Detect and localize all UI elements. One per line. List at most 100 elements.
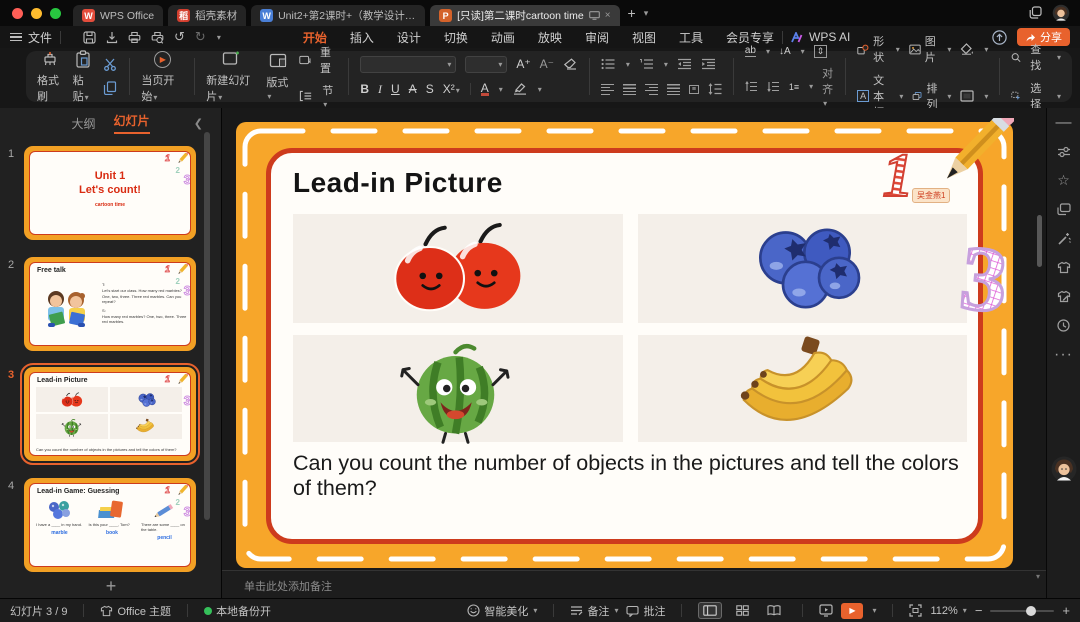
tab-outline[interactable]: 大纲 bbox=[71, 115, 95, 132]
zoom-in-button[interactable]: + bbox=[1062, 603, 1070, 618]
section-button[interactable]: 节▾ bbox=[299, 82, 337, 110]
text-direction-button[interactable]: ab bbox=[745, 45, 756, 57]
save-icon[interactable] bbox=[83, 30, 96, 44]
docer-resources-icon[interactable] bbox=[1047, 195, 1080, 224]
minimize-window-button[interactable] bbox=[31, 8, 42, 19]
bold-button[interactable]: B bbox=[360, 82, 369, 96]
highlight-button[interactable] bbox=[512, 80, 528, 98]
fit-slide-icon[interactable] bbox=[909, 604, 922, 617]
reading-view-button[interactable] bbox=[762, 602, 786, 619]
italic-button[interactable]: I bbox=[378, 82, 382, 96]
picture-button[interactable]: 图片▾ bbox=[909, 33, 952, 65]
upload-cloud-icon[interactable] bbox=[992, 29, 1007, 44]
normal-view-button[interactable] bbox=[698, 602, 722, 619]
align-objects-button[interactable]: 对齐▾ bbox=[822, 65, 834, 109]
redo-icon[interactable]: ↻ bbox=[195, 29, 206, 45]
sidebar-scrollbar[interactable] bbox=[204, 132, 210, 520]
undo-icon[interactable]: ↺ bbox=[174, 29, 185, 45]
menu-wps-ai[interactable]: WPS AI bbox=[791, 30, 850, 44]
export-icon[interactable] bbox=[106, 30, 118, 44]
history-clock-icon[interactable] bbox=[1047, 311, 1080, 340]
zoom-out-button[interactable]: − bbox=[975, 603, 983, 618]
strikethrough-button[interactable]: A bbox=[409, 82, 417, 96]
close-window-button[interactable] bbox=[12, 8, 23, 19]
print-icon[interactable] bbox=[128, 30, 141, 44]
comments-button[interactable]: 批注 bbox=[626, 603, 665, 619]
zoom-level[interactable]: 112%▾ bbox=[930, 605, 966, 617]
quick-access-chevron-icon[interactable]: ▾ bbox=[217, 33, 221, 42]
tab-docer[interactable]: 稻 稻壳素材 bbox=[168, 5, 246, 26]
slide-sorter-view-button[interactable] bbox=[730, 602, 754, 619]
notes-bar[interactable]: 单击此处添加备注 ▾ bbox=[222, 570, 1046, 598]
hamburger-menu-icon[interactable] bbox=[10, 33, 22, 41]
decrease-indent-button[interactable] bbox=[677, 55, 692, 73]
account-avatar[interactable] bbox=[1052, 4, 1070, 22]
align-center-button[interactable] bbox=[623, 84, 636, 95]
line-options-button[interactable]: 1≡ bbox=[789, 82, 799, 92]
play-from-current-button[interactable]: ▶ 当页开始▾ bbox=[141, 49, 183, 104]
menu-design[interactable]: 设计 bbox=[397, 29, 421, 46]
slide-question-text[interactable]: Can you count the number of objects in t… bbox=[293, 451, 963, 501]
notes-placeholder[interactable]: 单击此处添加备注 bbox=[244, 578, 332, 594]
window-stack-icon[interactable] bbox=[1029, 4, 1042, 22]
copy-icon[interactable] bbox=[103, 80, 118, 98]
slide-thumbnail-3-selected[interactable]: 3 Lead-in Picture Can you count the numb… bbox=[24, 367, 196, 461]
current-slide[interactable]: Lead-in Picture Can you count the number… bbox=[236, 122, 1013, 568]
menu-view[interactable]: 视图 bbox=[632, 29, 656, 46]
collapse-rail-icon[interactable]: — bbox=[1047, 108, 1080, 137]
reset-button[interactable]: 重置 bbox=[299, 44, 337, 76]
file-menu[interactable]: 文件 bbox=[28, 29, 52, 46]
underline-button[interactable]: U bbox=[391, 82, 400, 96]
font-size-select[interactable]: ▾ bbox=[465, 56, 507, 73]
notes-button[interactable]: 备注▾ bbox=[570, 603, 618, 619]
new-slide-button[interactable]: 新建幻灯片▾ bbox=[206, 49, 256, 104]
present-settings-icon[interactable] bbox=[819, 604, 833, 617]
clear-format-icon[interactable] bbox=[563, 55, 578, 73]
smart-beautify-wand-icon[interactable] bbox=[1047, 224, 1080, 253]
tab-slides[interactable]: 幻灯片 bbox=[114, 112, 150, 134]
zoom-slider[interactable] bbox=[990, 610, 1054, 612]
find-button[interactable]: 查找▾ bbox=[1011, 41, 1061, 73]
slide-thumbnail-4[interactable]: 4 Lead-in Game: Guessing I have a ____ i… bbox=[24, 478, 196, 572]
layout-button[interactable]: 版式▾ bbox=[266, 51, 289, 102]
number-three-sticker[interactable]: 3 bbox=[952, 230, 1016, 330]
skin-theme-icon[interactable] bbox=[1047, 253, 1080, 282]
local-backup-status[interactable]: 本地备份开 bbox=[204, 603, 271, 619]
notes-resize-chevron-icon[interactable]: ▾ bbox=[1036, 572, 1040, 581]
line-spacing-button[interactable] bbox=[708, 80, 722, 98]
shadow-button[interactable]: S bbox=[426, 82, 434, 96]
add-slide-button[interactable]: + bbox=[0, 576, 222, 597]
smart-beautify-button[interactable]: 智能美化▾ bbox=[467, 603, 537, 619]
tab-word-document[interactable]: W Unit2+第2课时+（教学设计）Stor bbox=[251, 5, 425, 26]
align-right-button[interactable] bbox=[645, 84, 658, 95]
image-blueberries[interactable] bbox=[638, 214, 967, 323]
increase-indent-button[interactable] bbox=[701, 55, 716, 73]
para-spacing-decrease-icon[interactable] bbox=[767, 78, 780, 96]
tab-wps-home[interactable]: W WPS Office bbox=[73, 5, 163, 26]
shapes-button[interactable]: 形状▾ bbox=[857, 33, 900, 65]
slideshow-play-button[interactable]: ▶ bbox=[841, 603, 863, 619]
maximize-window-button[interactable] bbox=[50, 8, 61, 19]
collapse-panel-chevron-icon[interactable]: ❮ bbox=[194, 117, 203, 130]
menu-member[interactable]: 会员专享 bbox=[726, 29, 774, 46]
close-tab-icon[interactable]: × bbox=[605, 10, 611, 21]
new-tab-button[interactable]: + bbox=[628, 5, 636, 21]
tab-ppt-document-active[interactable]: P [只读]第二课时cartoon time × bbox=[430, 5, 619, 26]
vertical-text-button[interactable]: ↓A bbox=[779, 46, 791, 57]
decrease-font-button[interactable]: A⁻ bbox=[540, 57, 554, 71]
slide-thumbnail-1[interactable]: 1 Unit 1 Let's count! cartoon time 1 2 3 bbox=[24, 146, 196, 240]
theme-button[interactable]: Office 主题 bbox=[100, 603, 171, 619]
slide-frame-button[interactable] bbox=[960, 87, 974, 105]
image-watermelon[interactable] bbox=[293, 335, 623, 442]
font-color-button[interactable]: A bbox=[481, 83, 489, 96]
distribute-button[interactable]: ≡ bbox=[689, 85, 699, 94]
menu-insert[interactable]: 插入 bbox=[350, 29, 374, 46]
justify-button[interactable] bbox=[667, 84, 680, 95]
slide-thumbnail-2[interactable]: 2 Free talk T: Let's start our class. Ho… bbox=[24, 257, 196, 351]
slide-title[interactable]: Lead-in Picture bbox=[293, 167, 503, 199]
paste-button[interactable]: 粘贴▾ bbox=[73, 49, 94, 104]
canvas-scrollbar[interactable] bbox=[1037, 215, 1042, 267]
numbered-list-button[interactable] bbox=[639, 55, 654, 73]
format-painter-button[interactable]: 格式刷 bbox=[37, 49, 63, 104]
bullet-list-button[interactable] bbox=[601, 55, 616, 73]
